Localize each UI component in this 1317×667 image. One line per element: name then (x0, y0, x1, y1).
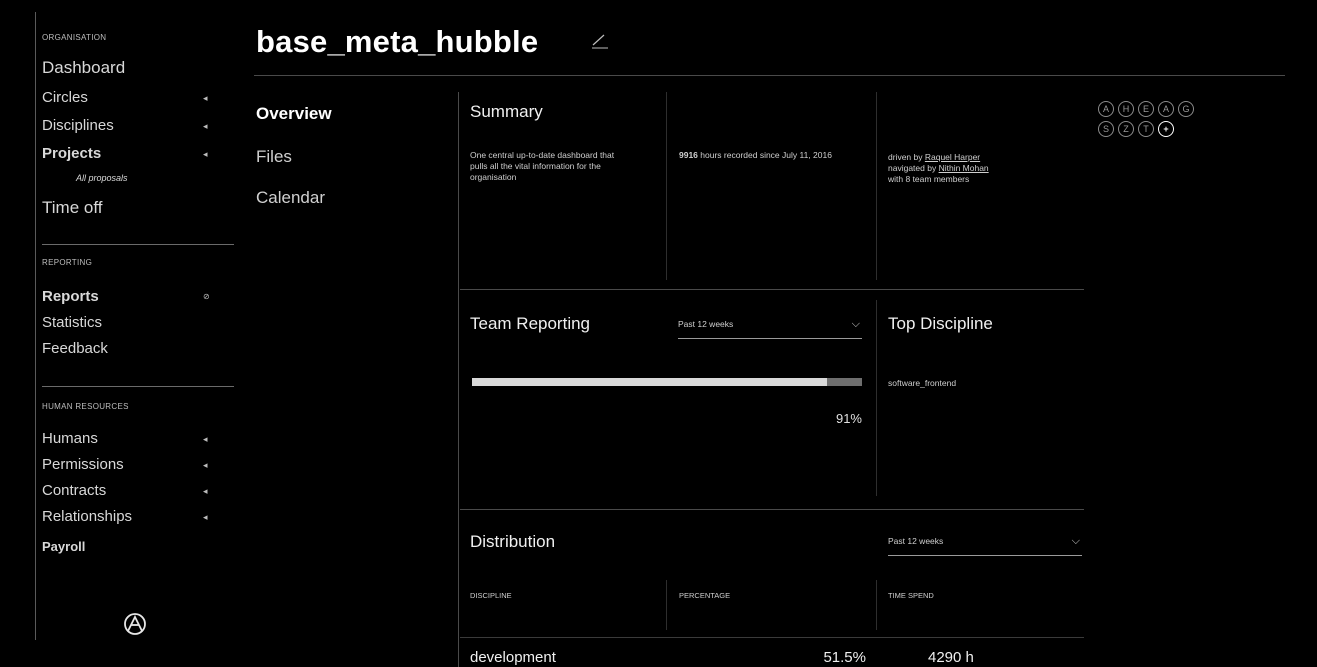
hours-count: 9916 (679, 150, 698, 160)
top-discipline-title: Top Discipline (888, 314, 993, 333)
relationships-arrow-icon[interactable]: ◂ (203, 512, 208, 523)
sidebar-subitem-all-proposals[interactable]: All proposals (76, 173, 128, 183)
cell-time: 4290 h (928, 649, 974, 666)
cell-discipline: development (470, 649, 556, 666)
summary-title: Summary (470, 102, 543, 121)
panel-border (666, 580, 667, 630)
avatar-circle[interactable]: G (1178, 101, 1194, 117)
select-value: Past 12 weeks (678, 319, 734, 329)
permissions-arrow-icon[interactable]: ◂ (203, 460, 208, 471)
reports-eye-icon[interactable]: ⊘ (203, 292, 210, 301)
progress-fill (472, 378, 827, 386)
sidebar-item-disciplines[interactable]: Disciplines (42, 117, 114, 134)
panel-border (876, 300, 877, 496)
header-divider (254, 75, 1285, 76)
cell-percentage: 51.5% (823, 649, 866, 666)
avatar-circle[interactable]: A (1098, 101, 1114, 117)
panel-border (666, 92, 667, 280)
panel-border (876, 580, 877, 630)
driver-link[interactable]: Raquel Harper (925, 152, 980, 162)
panel-border (876, 92, 877, 280)
sidebar-item-permissions[interactable]: Permissions (42, 456, 124, 473)
select-value: Past 12 weeks (888, 536, 944, 546)
chevron-down-icon: ⌵ (1071, 535, 1080, 547)
chevron-down-icon: ⌵ (851, 318, 860, 330)
sidebar-item-projects[interactable]: Projects (42, 145, 101, 162)
progress-percent: 91% (835, 411, 862, 426)
page-title: base_meta_hubble (256, 24, 539, 59)
panel-border (460, 289, 1084, 290)
team-reporting-select[interactable]: Past 12 weeks ⌵ (678, 318, 862, 339)
sidebar-item-payroll[interactable]: Payroll (42, 539, 85, 554)
sidebar-item-humans[interactable]: Humans (42, 430, 98, 447)
sidebar-item-dashboard[interactable]: Dashboard (42, 58, 125, 78)
team-count: with 8 team members (888, 174, 970, 184)
projects-arrow-icon[interactable]: ◂ (203, 149, 208, 160)
edit-icon[interactable] (590, 30, 610, 50)
distribution-select[interactable]: Past 12 weeks ⌵ (888, 535, 1082, 556)
humans-arrow-icon[interactable]: ◂ (203, 434, 208, 445)
table-divider (460, 637, 1084, 638)
sidebar-item-reports[interactable]: Reports (42, 288, 99, 305)
section-label-reporting: REPORTING (42, 258, 93, 267)
summary-team: driven by Raquel Harper navigated by Nit… (888, 152, 1068, 185)
top-discipline-value: software_frontend (888, 378, 957, 388)
sidebar-item-feedback[interactable]: Feedback (42, 340, 108, 357)
contracts-arrow-icon[interactable]: ◂ (203, 486, 208, 497)
column-header-time-spend[interactable]: TIME SPEND (888, 591, 934, 600)
column-header-percentage[interactable]: PERCENTAGE (679, 591, 730, 600)
avatar-circle[interactable]: Z (1118, 121, 1134, 137)
circles-arrow-icon[interactable]: ◂ (203, 93, 208, 104)
driver-prefix: driven by (888, 152, 925, 162)
panel-border (458, 92, 459, 667)
avatar-circle[interactable]: T (1138, 121, 1154, 137)
summary-description: One central up-to-date dashboard that pu… (470, 150, 615, 182)
sidebar-item-relationships[interactable]: Relationships (42, 508, 132, 525)
sidebar-item-statistics[interactable]: Statistics (42, 314, 102, 331)
tab-overview[interactable]: Overview (256, 104, 332, 124)
tab-calendar[interactable]: Calendar (256, 188, 325, 208)
team-reporting-title: Team Reporting (470, 314, 591, 333)
sidebar-item-contracts[interactable]: Contracts (42, 482, 106, 499)
divider (42, 244, 234, 245)
column-header-discipline[interactable]: DISCIPLINE (470, 591, 512, 600)
avatar-circle[interactable]: H (1118, 101, 1134, 117)
distribution-title: Distribution (470, 532, 556, 551)
navigator-link[interactable]: Nithin Mohan (939, 163, 989, 173)
navigator-prefix: navigated by (888, 163, 939, 173)
section-label-organisation: ORGANISATION (42, 33, 107, 42)
hours-text: hours recorded since July 11, 2016 (697, 150, 832, 160)
summary-hours: 9916 hours recorded since July 11, 2016 (679, 150, 849, 161)
section-label-human-resources: HUMAN RESOURCES (42, 402, 129, 411)
disciplines-arrow-icon[interactable]: ◂ (203, 121, 208, 132)
sidebar-item-timeoff[interactable]: Time off (42, 198, 102, 218)
avatar-circle[interactable]: A (1158, 101, 1174, 117)
panel-border (460, 509, 1084, 510)
progress-track (472, 378, 862, 386)
add-member-icon[interactable]: + (1158, 121, 1174, 137)
sidebar-item-circles[interactable]: Circles (42, 89, 88, 106)
sidebar: ORGANISATION Dashboard Circles ◂ Discipl… (0, 0, 240, 667)
avatar-circle[interactable]: E (1138, 101, 1154, 117)
avatar-circle[interactable]: S (1098, 121, 1114, 137)
tab-files[interactable]: Files (256, 147, 292, 167)
sidebar-border (35, 12, 36, 640)
divider (42, 386, 234, 387)
logo-icon[interactable] (123, 612, 147, 636)
